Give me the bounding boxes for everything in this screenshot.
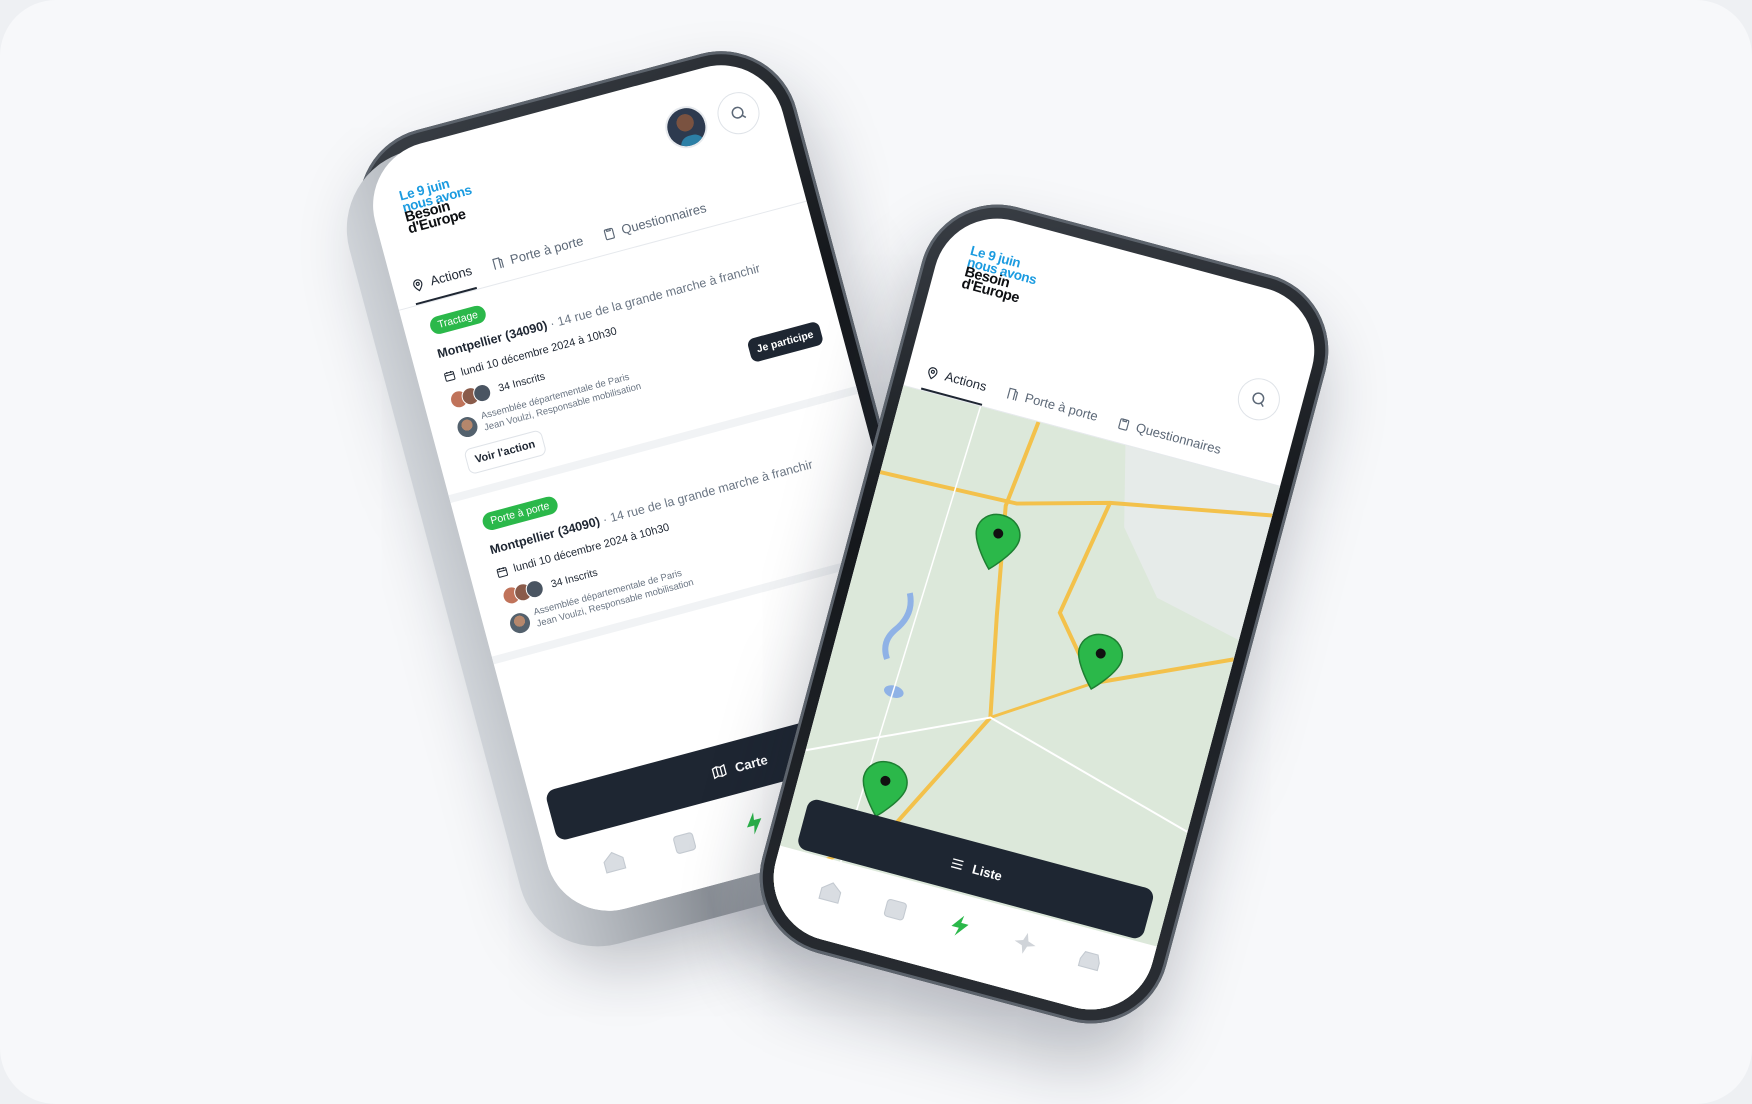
location-pin-icon: [928, 366, 938, 379]
attendee-count: 34 Inscrits: [549, 566, 599, 591]
attendee-avatars: [500, 578, 546, 607]
showcase-background: Le 9 juin nous avons Besoin d'Europe Act…: [0, 0, 1752, 1104]
sparkle-icon: [1014, 932, 1036, 954]
organizer-avatar: [507, 610, 533, 635]
nav-agenda[interactable]: [877, 890, 914, 927]
home-icon: [818, 882, 842, 905]
search-icon: [731, 106, 747, 119]
door-icon: [491, 256, 504, 270]
action-type-badge: Tractage: [428, 303, 488, 336]
home-icon: [603, 852, 626, 874]
map-icon: [712, 763, 728, 780]
nav-home[interactable]: [813, 873, 850, 910]
calendar-icon: [884, 899, 908, 921]
inbox-icon: [1077, 950, 1100, 972]
nav-home[interactable]: [595, 843, 632, 880]
door-icon: [1006, 387, 1018, 401]
nav-inbox[interactable]: [1071, 942, 1108, 979]
list-icon: [950, 858, 964, 870]
nav-agenda[interactable]: [666, 824, 703, 861]
lightning-icon: [746, 812, 762, 835]
location-pin-icon: [412, 278, 423, 291]
search-button[interactable]: [1233, 373, 1285, 426]
clipboard-icon: [1118, 417, 1130, 431]
calendar-icon: [444, 370, 456, 382]
calendar-icon: [672, 832, 696, 854]
nav-actions[interactable]: [942, 908, 979, 945]
brand-logo[interactable]: Le 9 juin nous avons Besoin d'Europe: [960, 243, 1295, 376]
search-icon: [1252, 392, 1265, 408]
lightning-icon: [951, 915, 969, 936]
attendee-avatars: [447, 382, 494, 411]
calendar-icon: [496, 567, 508, 578]
attendee-count: 34 Inscrits: [497, 370, 547, 395]
organizer-avatar: [455, 414, 480, 439]
nav-ai[interactable]: [1007, 925, 1044, 962]
clipboard-icon: [603, 227, 615, 240]
